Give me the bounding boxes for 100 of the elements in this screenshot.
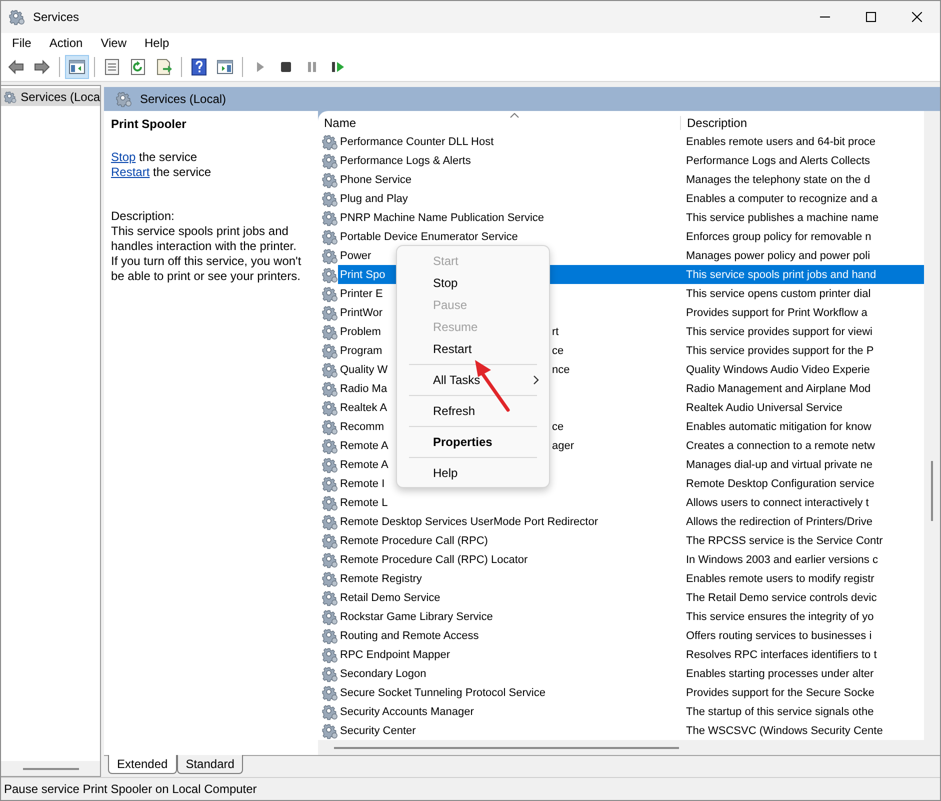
service-description: Quality Windows Audio Video Experie (686, 364, 870, 376)
service-name[interactable]: Problem (338, 326, 381, 338)
service-description: Offers routing services to businesses i (686, 630, 872, 642)
service-description: Resolves RPC interfaces identifiers to t (686, 648, 877, 660)
action-pane-icon (216, 58, 234, 76)
menu-item[interactable]: View (92, 34, 136, 52)
gear-icon (322, 532, 338, 548)
service-name[interactable]: Realtek A (338, 402, 388, 414)
forward-icon (33, 58, 51, 76)
gear-icon (322, 400, 338, 416)
service-name[interactable]: Remote Procedure Call (RPC) (338, 534, 488, 546)
service-description: This service publishes a machine name (686, 212, 879, 224)
action-link[interactable]: Stop (111, 150, 136, 164)
service-description: The RPCSS service is the Service Contr (686, 534, 883, 546)
service-name[interactable]: ce (552, 417, 564, 436)
maximize-icon (866, 12, 876, 22)
service-name[interactable]: Remote A (338, 458, 388, 470)
service-name[interactable]: Security Center (338, 724, 416, 736)
service-name[interactable]: RPC Endpoint Mapper (338, 648, 450, 660)
action-text: Restart the service (111, 165, 212, 180)
service-name[interactable]: Quality W (338, 364, 388, 376)
service-description: Manages dial-up and virtual private ne (686, 458, 873, 470)
service-name[interactable]: Print Spo (338, 268, 386, 280)
gear-icon (322, 704, 338, 720)
gear-icon (322, 552, 338, 568)
toolbar-button[interactable] (65, 55, 89, 79)
service-name[interactable]: Remote Registry (338, 572, 422, 584)
service-name[interactable]: Phone Service (338, 174, 412, 186)
view-tab[interactable]: Extended (108, 755, 177, 774)
service-description: This service opens custom printer dial (686, 288, 871, 300)
service-description: This service spools print jobs and hand (686, 268, 876, 280)
service-name[interactable]: Security Accounts Manager (338, 706, 474, 718)
menu-item[interactable]: Help (136, 34, 178, 52)
menu-item[interactable]: All Tasks (397, 369, 549, 391)
pane-title: Services (Local) (140, 92, 226, 106)
gear-icon (322, 514, 338, 530)
service-description: The Retail Demo service controls devic (686, 592, 877, 604)
service-name[interactable]: Program (338, 344, 382, 356)
horizontal-scrollbar[interactable] (318, 740, 940, 755)
menu-item[interactable]: Action (40, 34, 92, 52)
service-name[interactable]: Remote Procedure Call (RPC) Locator (338, 554, 528, 566)
service-name[interactable]: Printer E (338, 288, 383, 300)
service-name[interactable]: Power (338, 250, 372, 262)
gear-icon (322, 228, 338, 244)
service-name[interactable]: Performance Logs & Alerts (338, 154, 471, 166)
gear-icon (322, 684, 338, 700)
service-description: Provides support for Print Workflow a (686, 306, 868, 318)
menu-item[interactable]: File (3, 34, 40, 52)
service-name[interactable]: Performance Counter DLL Host (338, 136, 494, 148)
gear-icon (322, 324, 338, 340)
view-tab[interactable]: Standard (176, 755, 244, 774)
service-name[interactable]: Recomm (338, 420, 384, 432)
service-name[interactable]: Secondary Logon (338, 668, 426, 680)
action-text: Stop the service (111, 150, 198, 165)
tree-item[interactable]: Services (Loca (1, 88, 100, 106)
service-name[interactable]: Routing and Remote Access (338, 630, 479, 642)
action-link[interactable]: Restart (111, 165, 150, 179)
gear-icon (322, 494, 338, 510)
gear-icon (322, 646, 338, 662)
service-description: Manages power policy and power poli (686, 250, 870, 262)
menu-item[interactable]: Refresh (397, 400, 549, 422)
service-name[interactable]: Plug and Play (338, 192, 408, 204)
service-name[interactable]: Remote A (338, 440, 388, 452)
menu-item[interactable]: Help (397, 462, 549, 484)
service-name[interactable]: rt (552, 322, 559, 341)
service-name[interactable]: PrintWor (338, 306, 383, 318)
menu-item[interactable]: Restart (397, 338, 549, 360)
service-description: The WSCSVC (Windows Security Cente (686, 724, 883, 736)
service-description: Enforces group policy for removable n (686, 230, 872, 242)
service-name[interactable]: Rockstar Game Library Service (338, 610, 493, 622)
service-name[interactable]: Secure Socket Tunneling Protocol Service (338, 686, 546, 698)
column-header[interactable]: Name (318, 116, 680, 130)
service-description: Performance Logs and Alerts Collects (686, 154, 870, 166)
gear-icon (322, 476, 338, 492)
menu-item[interactable]: Properties (397, 431, 549, 453)
services-icon (116, 91, 132, 107)
service-name[interactable]: nce (552, 360, 570, 379)
vertical-scrollbar[interactable] (924, 111, 940, 740)
service-name[interactable]: Radio Ma (338, 382, 388, 394)
service-name[interactable]: PNRP Machine Name Publication Service (338, 212, 544, 224)
service-name[interactable]: ager (552, 436, 574, 455)
service-name[interactable]: Retail Demo Service (338, 592, 440, 604)
gear-icon (322, 628, 338, 644)
service-name[interactable]: Remote L (338, 496, 388, 508)
gear-icon (322, 190, 338, 206)
service-name[interactable]: Remote Desktop Services UserMode Port Redirector (338, 516, 598, 528)
gear-icon (322, 210, 338, 226)
gear-icon (322, 342, 338, 358)
menu-item[interactable]: Stop (397, 272, 549, 294)
service-description: Enables remote users and 64-bit proce (686, 136, 876, 148)
service-description: Manages the telephony state on the d (686, 174, 870, 186)
gear-icon (322, 286, 338, 302)
window-title: Services (33, 10, 80, 24)
service-description: The startup of this service signals othe (686, 706, 874, 718)
service-description: In Windows 2003 and earlier versions c (686, 554, 878, 566)
service-name[interactable]: ce (552, 341, 564, 360)
service-name[interactable]: Portable Device Enumerator Service (338, 230, 518, 242)
service-description: Creates a connection to a remote netw (686, 440, 875, 452)
chevron-right-icon (533, 375, 539, 385)
service-name[interactable]: Remote I (338, 478, 385, 490)
